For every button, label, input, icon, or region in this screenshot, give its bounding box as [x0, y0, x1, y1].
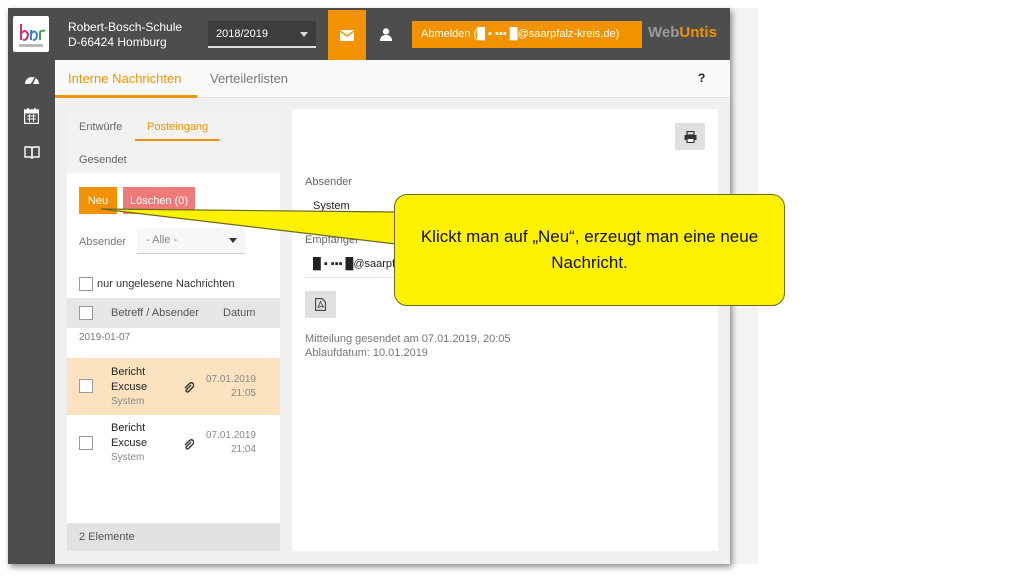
callout-text: Klickt man auf „Neu“, erzeugt man eine n…	[420, 227, 759, 272]
tutorial-callout: Klickt man auf „Neu“, erzeugt man eine n…	[394, 194, 785, 306]
